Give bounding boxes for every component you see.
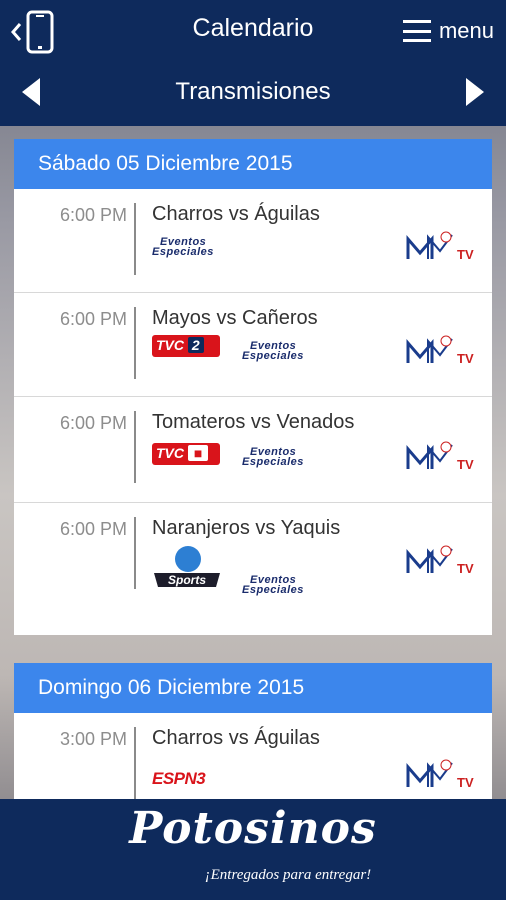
mtv-logo-icon: TV xyxy=(406,335,474,366)
event-match: Charros vs Águilas xyxy=(152,727,320,749)
section-title: Transmisiones xyxy=(175,78,331,105)
menu-label: menu xyxy=(438,18,494,43)
eventos-especiales-logo: Eventos Especiales xyxy=(242,446,304,468)
divider xyxy=(134,517,136,589)
footer-banner: Potosinos ¡Entregados para entregar! xyxy=(0,799,506,900)
event-row[interactable]: 3:00 PM Charros vs Águilas ESPN3 TV xyxy=(14,713,492,799)
event-time: 6:00 PM xyxy=(60,413,128,433)
event-match: Naranjeros vs Yaquis xyxy=(152,517,341,539)
event-time: 3:00 PM xyxy=(60,729,128,749)
tagline: ¡Entregados para entregar! xyxy=(204,867,372,883)
eventos-especiales-logo: Eventos Especiales xyxy=(242,340,304,362)
tvc-deportes-logo: TVC ■ xyxy=(152,443,220,465)
svg-text:Sports: Sports xyxy=(168,573,206,587)
mtv-logo-icon: TV xyxy=(406,545,474,576)
section-row: Transmisiones xyxy=(0,62,506,126)
divider xyxy=(134,307,136,379)
menu-button[interactable]: menu xyxy=(402,14,494,48)
divider xyxy=(134,203,136,275)
svg-text:TV: TV xyxy=(457,247,474,262)
mtv-logo-icon: TV xyxy=(406,231,474,262)
event-time: 6:00 PM xyxy=(60,519,128,539)
event-match: Charros vs Águilas xyxy=(152,203,320,225)
espn3-logo: ESPN3 xyxy=(152,769,206,788)
mtv-logo-icon: TV xyxy=(406,759,474,790)
divider xyxy=(134,727,136,799)
next-arrow-icon[interactable] xyxy=(466,78,484,106)
svg-text:TV: TV xyxy=(457,561,474,576)
title-row: Calendario menu xyxy=(0,0,506,62)
day-header: Domingo 06 Diciembre 2015 xyxy=(14,663,492,713)
eventos-especiales-logo: Eventos Especiales xyxy=(152,236,214,258)
hamburger-icon xyxy=(402,20,431,42)
event-row[interactable]: 6:00 PM Charros vs Águilas Eventos Especi… xyxy=(14,189,492,293)
event-row[interactable]: 6:00 PM Tomateros vs Venados TVC ■ Event… xyxy=(14,397,492,503)
eventos-especiales-logo: Eventos Especiales xyxy=(242,574,304,596)
event-match: Tomateros vs Venados xyxy=(152,411,355,433)
divider xyxy=(134,411,136,483)
event-time: 6:00 PM xyxy=(60,309,128,329)
svg-text:TV: TV xyxy=(457,457,474,472)
svg-text:TV: TV xyxy=(457,775,474,790)
mtv-logo-icon: TV xyxy=(406,441,474,472)
day-header: Sábado 05 Diciembre 2015 xyxy=(14,139,492,189)
tvc-deportes-2-logo: TVC 2 xyxy=(152,335,220,357)
top-bar: Calendario menu Transmisiones xyxy=(0,0,506,126)
sports-logo-icon: Sports xyxy=(154,546,220,587)
svg-text:TV: TV xyxy=(457,351,474,366)
event-row[interactable]: 6:00 PM Naranjeros vs Yaquis Sports Even… xyxy=(14,503,492,635)
day-card: Domingo 06 Diciembre 2015 3:00 PM Charro… xyxy=(14,663,492,799)
day-card: Sábado 05 Diciembre 2015 6:00 PM Charros… xyxy=(14,139,492,635)
event-row[interactable]: 6:00 PM Mayos vs Cañeros TVC 2 Eventos Es… xyxy=(14,293,492,397)
potosinos-logo: Potosinos xyxy=(129,803,377,854)
event-time: 6:00 PM xyxy=(60,205,128,225)
event-match: Mayos vs Cañeros xyxy=(152,307,318,329)
